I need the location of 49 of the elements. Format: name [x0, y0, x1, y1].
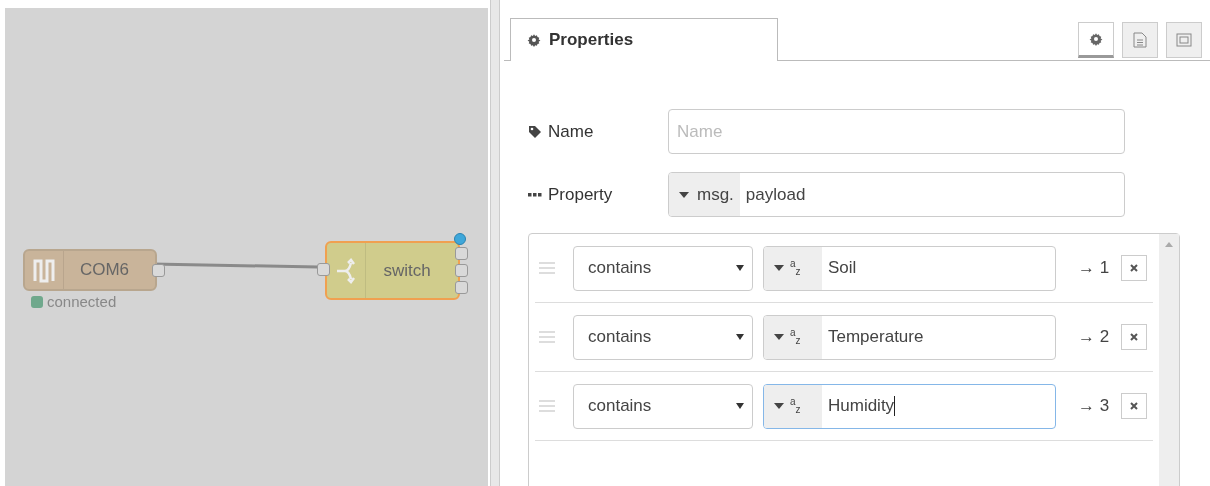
property-field[interactable]: msg. payload	[668, 172, 1125, 217]
output-port[interactable]	[455, 264, 468, 277]
caret-icon	[774, 334, 784, 340]
close-icon	[1130, 402, 1139, 410]
flow-node[interactable]: switch	[325, 241, 460, 300]
properties-tab[interactable]: Properties	[510, 18, 778, 61]
caret-icon	[736, 402, 744, 410]
status-text: connected	[47, 293, 117, 310]
name-field[interactable]: Name	[668, 109, 1125, 154]
frame-button[interactable]	[1166, 22, 1202, 58]
document-icon	[1133, 32, 1147, 48]
node-label: switch	[382, 260, 432, 281]
settings-button[interactable]	[1078, 22, 1114, 58]
gear-icon	[1089, 32, 1103, 46]
ellipsis-icon	[528, 192, 542, 197]
caret-icon	[679, 191, 689, 198]
caret-icon	[736, 264, 744, 272]
node-label: COM6	[78, 260, 131, 280]
operator-select[interactable]: contains	[573, 314, 753, 360]
output-port[interactable]	[455, 247, 468, 260]
scrollbar[interactable]	[1159, 234, 1179, 486]
output-label: → 1	[1078, 258, 1110, 278]
tag-icon	[528, 124, 542, 139]
caret-icon	[736, 333, 744, 341]
field-label: Property	[548, 184, 613, 205]
caret-icon	[774, 403, 784, 409]
splitter[interactable]	[490, 0, 500, 486]
delete-button[interactable]	[1121, 324, 1148, 350]
operator-select[interactable]: contains	[573, 245, 753, 291]
output-port[interactable]	[455, 281, 468, 294]
gear-icon	[527, 33, 541, 47]
close-icon	[1130, 333, 1139, 341]
delete-button[interactable]	[1121, 393, 1148, 419]
drag-handle-icon[interactable]	[539, 331, 555, 343]
frame-icon	[1175, 32, 1193, 48]
arrow-up-icon	[1165, 242, 1173, 247]
operator-select[interactable]: contains	[573, 383, 753, 429]
fork-icon	[335, 256, 357, 285]
delete-button[interactable]	[1121, 255, 1148, 281]
field-label: Name	[548, 121, 594, 142]
input-port[interactable]	[317, 263, 330, 276]
close-icon	[1130, 264, 1139, 272]
pulse-icon	[33, 257, 55, 283]
drag-handle-icon[interactable]	[539, 400, 555, 412]
drag-handle-icon[interactable]	[539, 262, 555, 274]
caret-icon	[774, 265, 784, 271]
output-label: → 2	[1078, 327, 1110, 347]
document-button[interactable]	[1122, 22, 1158, 58]
output-label: → 3	[1078, 396, 1110, 416]
